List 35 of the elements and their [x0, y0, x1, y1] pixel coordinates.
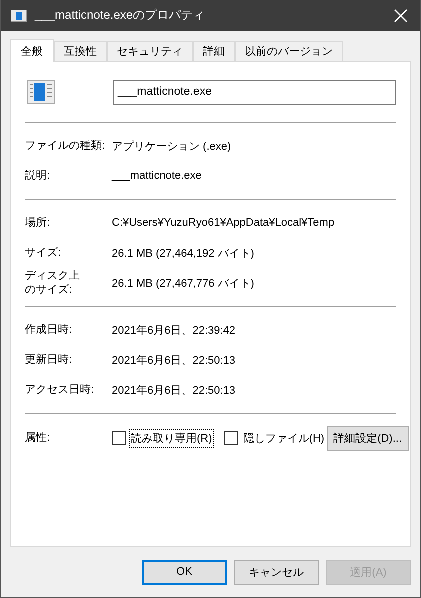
- tab[interactable]: 以前のバージョン: [235, 41, 343, 61]
- field-value: ___matticnote.exe: [112, 170, 202, 182]
- field-label: 説明:: [25, 169, 52, 183]
- field-label: 更新日時:: [25, 353, 74, 367]
- checkbox-label[interactable]: 隠しファイル(H): [241, 428, 327, 448]
- checkbox[interactable]: [112, 431, 126, 445]
- window-icon: [11, 10, 27, 22]
- field-value: 26.1 MB (27,464,192 バイト): [112, 246, 254, 260]
- field-label: 場所:: [25, 216, 52, 230]
- field-label: ファイルの種類:: [25, 139, 106, 153]
- field-value: 2021年6月6日、22:50:13: [112, 384, 236, 398]
- field-label: サイズ:: [25, 246, 62, 260]
- dialog-button[interactable]: OK: [142, 560, 227, 584]
- tab[interactable]: 互換性: [54, 41, 107, 61]
- dialog-button[interactable]: キャンセル: [234, 560, 319, 584]
- close-icon[interactable]: [394, 8, 408, 22]
- tab[interactable]: 全般: [10, 39, 54, 62]
- checkbox-label[interactable]: 読み取り専用(R): [129, 428, 214, 448]
- tab[interactable]: セキュリティ: [107, 41, 193, 61]
- tab[interactable]: 詳細: [193, 41, 235, 61]
- advanced-button[interactable]: 詳細設定(D)...: [326, 426, 410, 450]
- application-icon: [27, 80, 55, 104]
- field-label: ディスク上: [25, 269, 80, 283]
- window-title: ___matticnote.exeのプロパティ: [35, 7, 206, 24]
- field-label: 属性:: [25, 431, 52, 445]
- field-label: 作成日時:: [25, 323, 74, 337]
- field-value: C:¥Users¥YuzuRyo61¥AppData¥Local¥Temp: [112, 217, 335, 229]
- field-label: アクセス日時:: [25, 383, 96, 397]
- field-value: アプリケーション (.exe): [112, 140, 232, 154]
- field-value: 26.1 MB (27,467,776 バイト): [112, 276, 254, 290]
- checkbox[interactable]: [224, 431, 238, 445]
- name-field[interactable]: ___matticnote.exe: [113, 80, 396, 104]
- field-label: のサイズ:: [25, 283, 72, 297]
- field-value: 2021年6月6日、22:50:13: [112, 354, 236, 368]
- field-value: 2021年6月6日、22:39:42: [112, 324, 236, 338]
